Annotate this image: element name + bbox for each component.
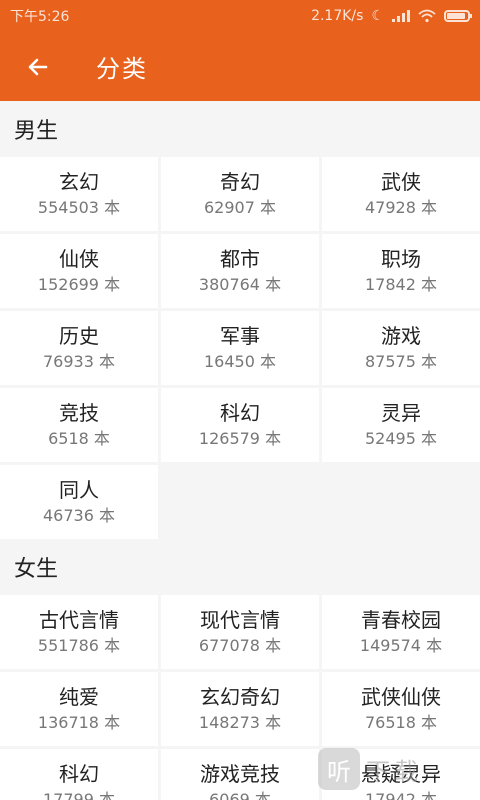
- category-name: 同人: [59, 478, 99, 502]
- category-name: 历史: [59, 324, 99, 348]
- category-count: 16450 本: [204, 352, 276, 371]
- category-count: 148273 本: [198, 713, 282, 732]
- watermark-logo: 听: [318, 748, 360, 790]
- category-count: 126579 本: [198, 429, 282, 448]
- category-item[interactable]: 竞技 6518 本: [0, 388, 158, 462]
- category-count: 677078 本: [198, 636, 282, 655]
- section-title: 女生: [14, 557, 59, 582]
- category-name: 科幻: [220, 401, 260, 425]
- status-time: 下午5:26: [10, 9, 70, 25]
- category-item[interactable]: 科幻 17799 本: [0, 749, 158, 800]
- category-name: 青春校园: [361, 608, 441, 632]
- category-name: 玄幻: [59, 170, 99, 194]
- category-name: 职场: [381, 247, 421, 271]
- category-name: 奇幻: [220, 170, 260, 194]
- category-item[interactable]: 军事 16450 本: [161, 311, 319, 385]
- category-name: 武侠: [381, 170, 421, 194]
- category-item[interactable]: 古代言情 551786 本: [0, 595, 158, 669]
- watermark-text: 下载: [366, 757, 422, 786]
- category-count: 554503 本: [37, 198, 121, 217]
- category-item[interactable]: 都市 380764 本: [161, 234, 319, 308]
- network-speed: 2.17K/s: [311, 8, 364, 24]
- moon-icon: ☾: [371, 8, 384, 24]
- category-item[interactable]: 历史 76933 本: [0, 311, 158, 385]
- category-item[interactable]: 玄幻奇幻 148273 本: [161, 672, 319, 746]
- category-item[interactable]: 玄幻 554503 本: [0, 157, 158, 231]
- category-count: 17842 本: [365, 275, 437, 294]
- category-name: 现代言情: [200, 608, 280, 632]
- section-title: 男生: [14, 119, 59, 144]
- signal-icon: [392, 10, 410, 22]
- category-name: 科幻: [59, 762, 99, 786]
- battery-icon: [444, 10, 472, 22]
- category-item[interactable]: 科幻 126579 本: [161, 388, 319, 462]
- back-button[interactable]: [0, 32, 76, 101]
- category-count: 76518 本: [365, 713, 437, 732]
- category-name: 纯爱: [59, 685, 99, 709]
- category-count: 87575 本: [365, 352, 437, 371]
- category-count: 6518 本: [48, 429, 110, 448]
- category-item[interactable]: 游戏竞技 6069 本: [161, 749, 319, 800]
- category-count: 52495 本: [365, 429, 437, 448]
- category-name: 古代言情: [39, 608, 119, 632]
- category-name: 游戏竞技: [200, 762, 280, 786]
- category-item[interactable]: 现代言情 677078 本: [161, 595, 319, 669]
- category-count: 380764 本: [198, 275, 282, 294]
- arrow-left-icon: [28, 58, 48, 75]
- category-count: 152699 本: [37, 275, 121, 294]
- category-item[interactable]: 奇幻 62907 本: [161, 157, 319, 231]
- category-count: 149574 本: [359, 636, 443, 655]
- category-name: 都市: [220, 247, 260, 271]
- status-bar: 下午5:26 2.17K/s ☾: [0, 0, 480, 32]
- category-item[interactable]: 灵异 52495 本: [322, 388, 480, 462]
- category-item[interactable]: 武侠 47928 本: [322, 157, 480, 231]
- category-item[interactable]: 武侠仙侠 76518 本: [322, 672, 480, 746]
- category-name: 军事: [220, 324, 260, 348]
- category-name: 仙侠: [59, 247, 99, 271]
- category-name: 灵异: [381, 401, 421, 425]
- category-item[interactable]: 青春校园 149574 本: [322, 595, 480, 669]
- category-count: 46736 本: [43, 506, 115, 525]
- category-count: 17942 本: [365, 790, 437, 800]
- category-count: 47928 本: [365, 198, 437, 217]
- category-item[interactable]: 纯爱 136718 本: [0, 672, 158, 746]
- app-bar: 分类: [0, 32, 480, 101]
- category-name: 游戏: [381, 324, 421, 348]
- status-icons: 2.17K/s ☾: [311, 8, 472, 24]
- wifi-icon: [418, 9, 436, 23]
- category-item[interactable]: 游戏 87575 本: [322, 311, 480, 385]
- category-item[interactable]: 职场 17842 本: [322, 234, 480, 308]
- watermark: 听 下载: [318, 748, 422, 790]
- category-count: 551786 本: [37, 636, 121, 655]
- section-male: 男生 玄幻 554503 本 奇幻 62907 本 武侠 47928 本 仙侠 1526…: [0, 101, 480, 539]
- category-grid: 玄幻 554503 本 奇幻 62907 本 武侠 47928 本 仙侠 152699 …: [0, 157, 480, 539]
- category-item[interactable]: 仙侠 152699 本: [0, 234, 158, 308]
- category-name: 竞技: [59, 401, 99, 425]
- category-item[interactable]: 同人 46736 本: [0, 465, 158, 539]
- category-name: 武侠仙侠: [361, 685, 441, 709]
- category-count: 62907 本: [204, 198, 276, 217]
- category-count: 76933 本: [43, 352, 115, 371]
- page-title: 分类: [96, 55, 148, 83]
- category-name: 玄幻奇幻: [200, 685, 280, 709]
- category-count: 17799 本: [43, 790, 115, 800]
- category-count: 136718 本: [37, 713, 121, 732]
- category-count: 6069 本: [209, 790, 271, 800]
